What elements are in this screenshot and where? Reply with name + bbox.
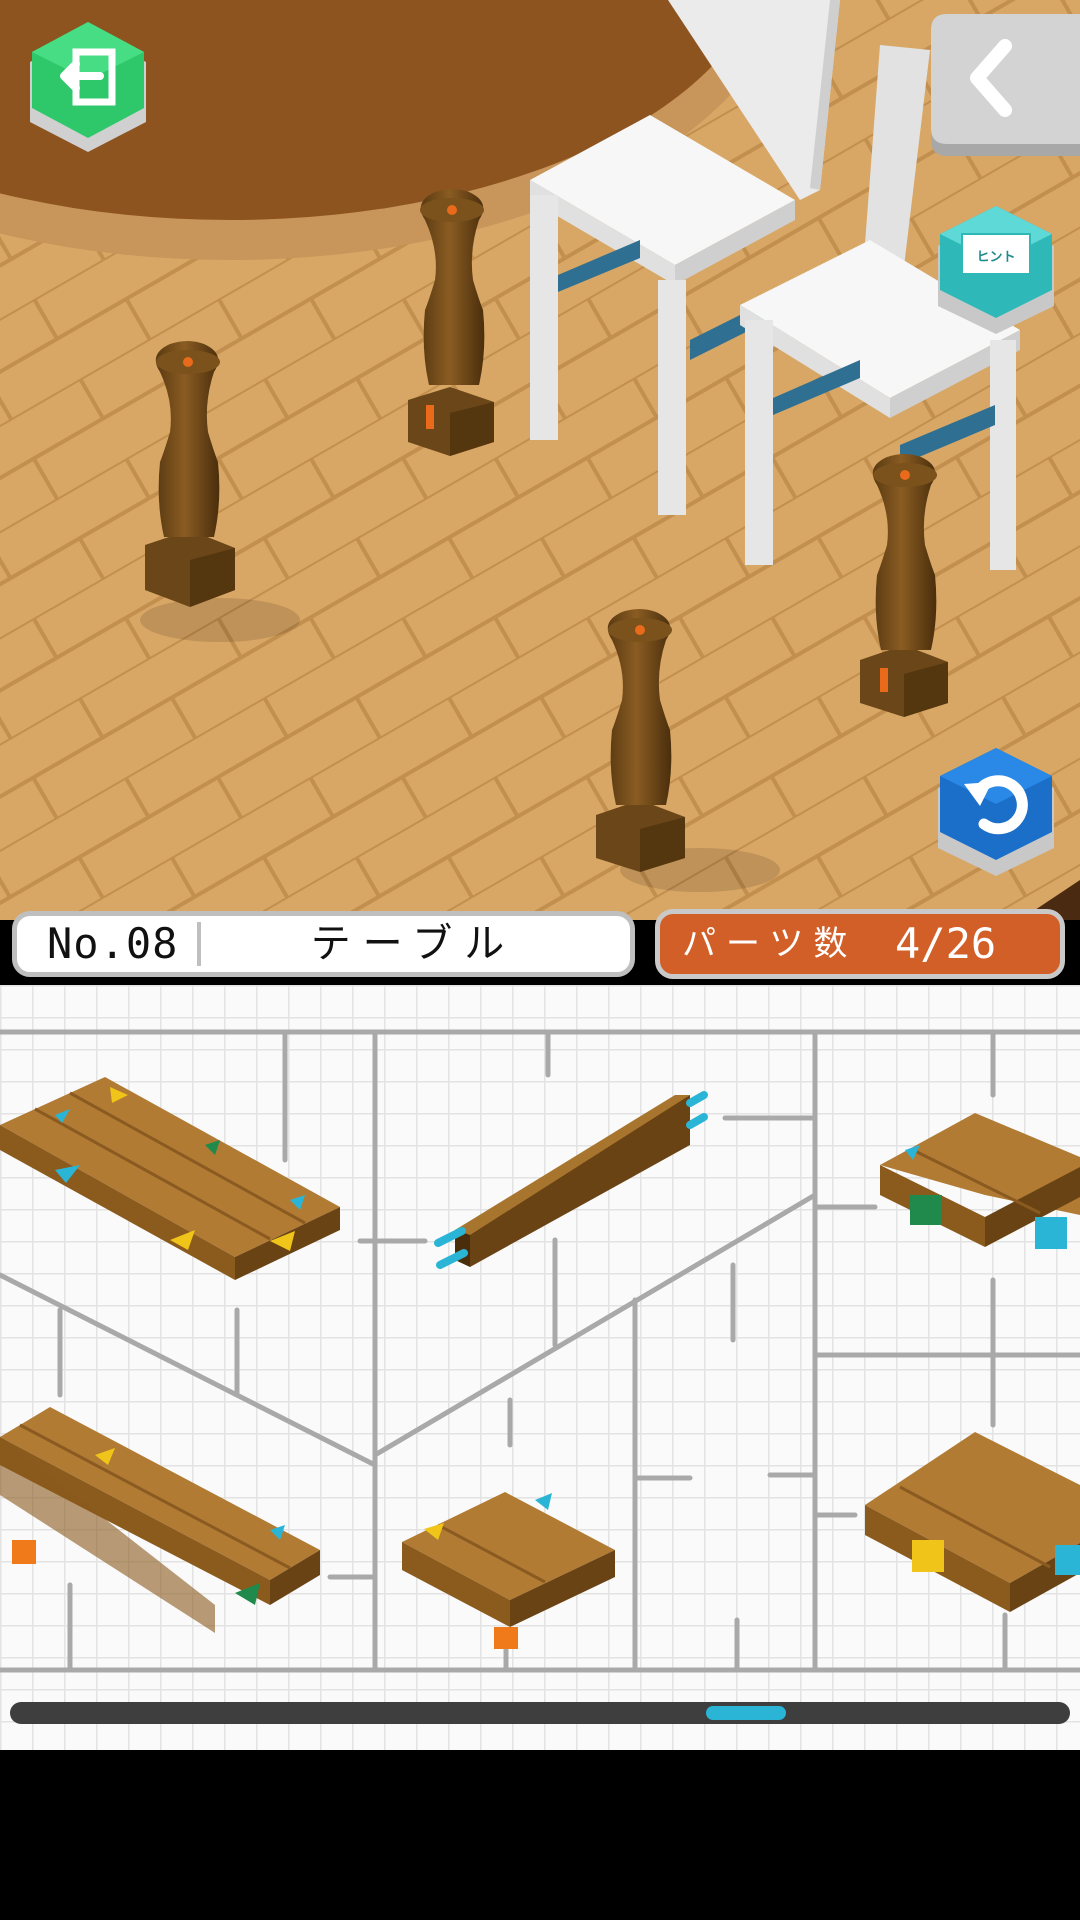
part-small-board bbox=[402, 1492, 615, 1649]
sprue-frame bbox=[0, 1029, 1080, 1673]
panel-divider bbox=[197, 922, 201, 966]
level-title: テーブル bbox=[310, 921, 517, 967]
part-plank-board-3 bbox=[0, 1407, 320, 1633]
parts-counter-panel: パーツ数 4/26 bbox=[655, 909, 1065, 979]
back-button[interactable] bbox=[927, 12, 1080, 158]
part-plank-board-1 bbox=[0, 1077, 340, 1280]
exit-door-icon bbox=[30, 22, 146, 152]
game-scene[interactable]: ヒント bbox=[0, 0, 1080, 920]
part-plank-board-4 bbox=[865, 1432, 1080, 1612]
undo-arrow-icon bbox=[938, 748, 1054, 876]
undo-button[interactable] bbox=[934, 744, 1058, 880]
chevron-left-icon bbox=[931, 14, 1080, 156]
scrollbar-thumb[interactable] bbox=[706, 1706, 786, 1720]
level-number: No.08 bbox=[47, 919, 179, 968]
parts-tray[interactable] bbox=[0, 985, 1080, 1750]
info-bar: No.08 テーブル パーツ数 4/26 bbox=[0, 905, 1080, 985]
level-panel: No.08 テーブル bbox=[12, 911, 635, 977]
hint-label: ヒント bbox=[976, 250, 1016, 265]
tray-scrollbar[interactable] bbox=[10, 1702, 1070, 1724]
hint-button[interactable]: ヒント bbox=[934, 202, 1058, 338]
exit-button[interactable] bbox=[26, 18, 150, 158]
parts-count: 4/26 bbox=[895, 919, 997, 968]
bottom-blank-area bbox=[0, 1750, 1080, 1920]
parts-label: パーツ数 bbox=[682, 924, 858, 964]
part-beam-1 bbox=[434, 1091, 708, 1269]
scene-canvas bbox=[0, 0, 1080, 920]
part-plank-board-2 bbox=[880, 1113, 1080, 1249]
